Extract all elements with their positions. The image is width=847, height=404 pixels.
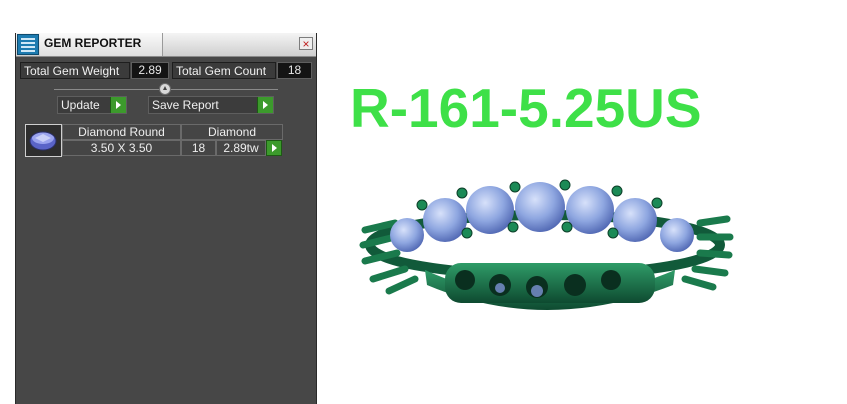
shape-header: Diamond Round [62, 124, 181, 140]
gem-weight-cell: 2.89tw [216, 140, 266, 156]
save-report-button-label: Save Report [152, 98, 219, 112]
gem-list-row[interactable]: Diamond Round Diamond 3.50 X 3.50 18 2.8… [25, 124, 284, 157]
total-gem-weight-value: 2.89 [131, 62, 169, 79]
totals-row: Total Gem Weight 2.89 Total Gem Count 18 [20, 62, 312, 79]
arrow-right-icon[interactable] [110, 97, 126, 113]
save-report-button[interactable]: Save Report [148, 96, 274, 114]
gem-size-cell: 3.50 X 3.50 [62, 140, 181, 156]
total-gem-count-label: Total Gem Count [172, 62, 276, 79]
window-title: GEM REPORTER [44, 36, 142, 50]
close-icon[interactable]: × [299, 37, 313, 50]
ring-render [359, 179, 734, 310]
total-gem-count-value: 18 [277, 62, 312, 79]
model-title: R-161-5.25US [350, 77, 702, 139]
title-tab[interactable]: GEM REPORTER [40, 33, 163, 56]
gem-reporter-panel: GEM REPORTER × Total Gem Weight 2.89 Tot… [15, 33, 317, 404]
update-button[interactable]: Update [57, 96, 127, 114]
gem-reporter-app-icon [17, 34, 39, 55]
update-button-label: Update [61, 98, 100, 112]
slider-knob-icon[interactable] [159, 83, 171, 95]
total-gem-weight-label: Total Gem Weight [20, 62, 130, 79]
gem-count-cell: 18 [181, 140, 216, 156]
round-gem-thumbnail [25, 124, 62, 157]
arrow-right-icon[interactable] [257, 97, 273, 113]
type-header: Diamond [181, 124, 283, 140]
title-bar: GEM REPORTER × [16, 33, 316, 57]
arrow-right-icon[interactable] [266, 140, 282, 156]
